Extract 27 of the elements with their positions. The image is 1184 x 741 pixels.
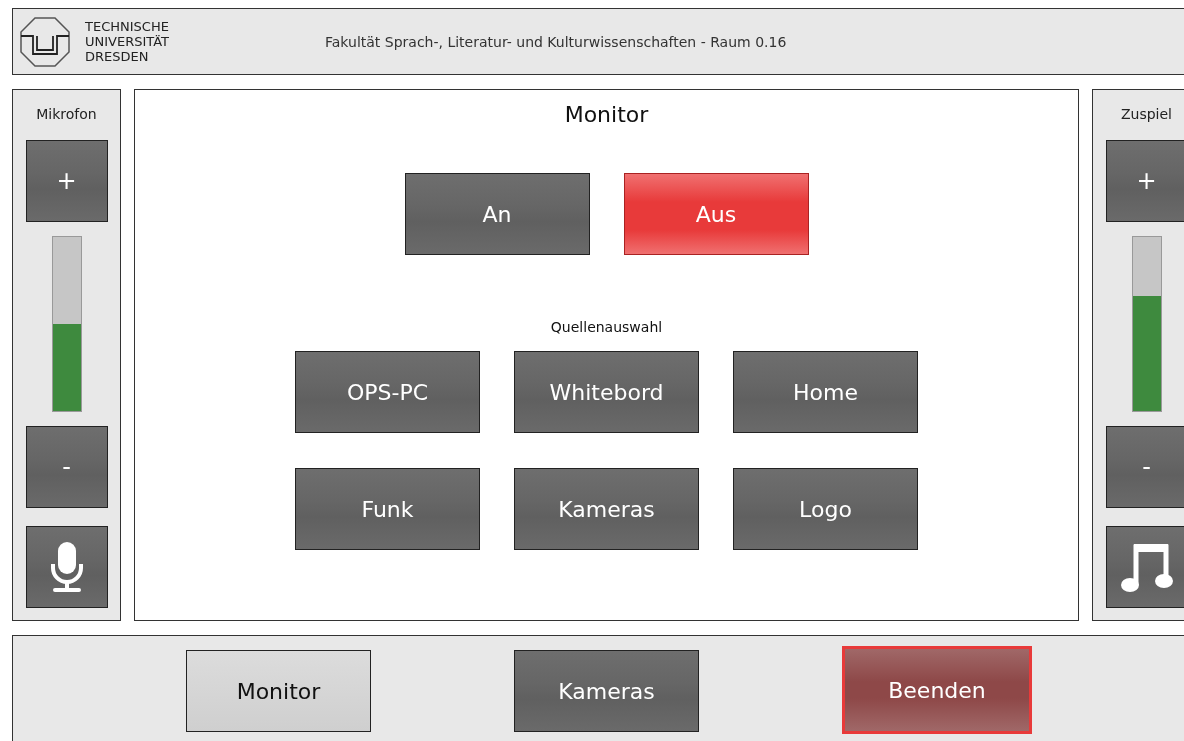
logo-text: TECHNISCHE xyxy=(85,19,170,34)
mute-button[interactable] xyxy=(1105,526,1184,608)
source-button[interactable]: Kameras xyxy=(514,468,699,550)
source-button[interactable]: OPS-PC xyxy=(295,351,480,433)
source-button[interactable]: Funk xyxy=(295,468,480,550)
room-title: Fakultät Sprach-, Literatur- und Kulturwissenschaften - Raum 0.16 xyxy=(325,33,787,50)
panel-title: Zuspiel xyxy=(1120,106,1172,124)
mute-button[interactable] xyxy=(25,526,108,608)
source-button[interactable]: Home xyxy=(733,351,918,433)
panel-title: Monitor xyxy=(564,102,649,127)
nav-tab[interactable]: Kameras xyxy=(514,650,699,732)
microphone-icon xyxy=(48,540,85,594)
volume-down-button[interactable]: - xyxy=(1105,426,1184,508)
section-label: Quellenauswahl xyxy=(550,319,663,335)
panel-title: Mikrofon xyxy=(36,106,97,124)
volume-down-button[interactable]: - xyxy=(25,426,108,508)
exit-button[interactable]: Beenden xyxy=(842,646,1032,734)
logo-text: UNIVERSITÄT xyxy=(85,34,171,49)
university-logo-icon xyxy=(19,15,71,68)
volume-up-button[interactable]: + xyxy=(1105,140,1184,222)
source-button[interactable]: Logo xyxy=(733,468,918,550)
source-button[interactable]: Whitebord xyxy=(514,351,699,433)
power-button[interactable]: Aus xyxy=(623,173,809,255)
logo-text: DRESDEN xyxy=(85,49,150,64)
power-button[interactable]: An xyxy=(404,173,590,255)
nav-tab[interactable]: Monitor xyxy=(186,650,371,732)
volume-up-button[interactable]: + xyxy=(25,140,108,222)
